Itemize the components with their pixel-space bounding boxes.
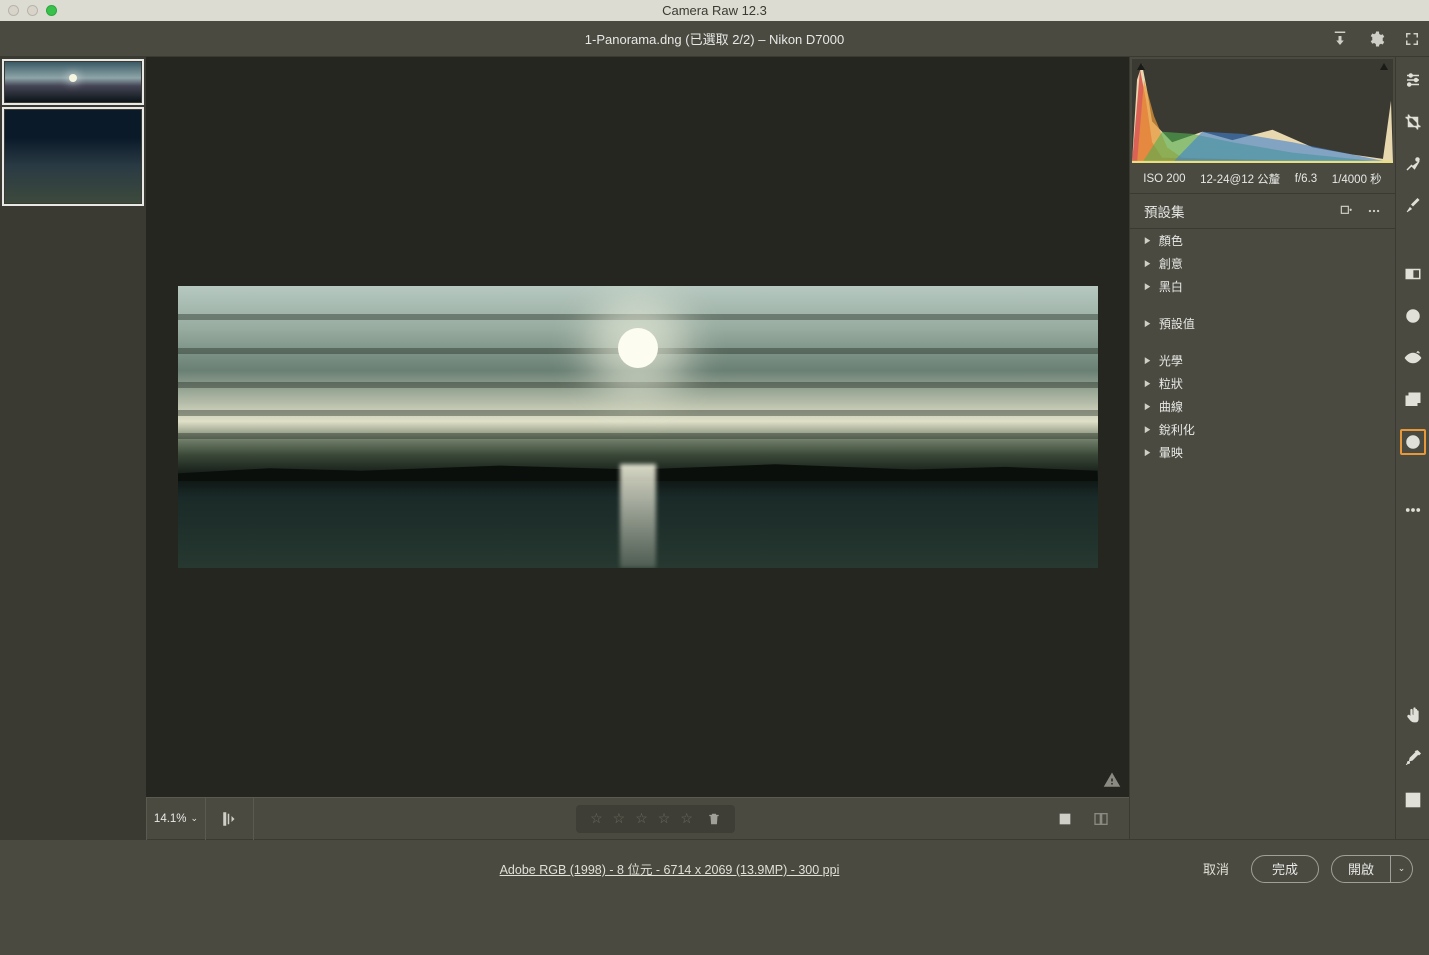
triangle-right-icon: ▶ (1145, 258, 1151, 269)
preset-group[interactable]: ▶ 預設值 (1130, 312, 1395, 335)
filmstrip-toggle-icon[interactable] (206, 798, 254, 840)
triangle-right-icon: ▶ (1145, 378, 1151, 389)
preset-group-label: 創意 (1159, 255, 1183, 272)
zoom-value: 14.1% (154, 813, 187, 825)
preset-group[interactable]: ▶ 創意 (1130, 252, 1395, 275)
panorama-image (178, 286, 1098, 568)
preset-group[interactable]: ▶ 暈映 (1130, 441, 1395, 464)
trash-icon[interactable] (707, 812, 721, 826)
metadata-row: ISO 200 12-24@12 公釐 f/6.3 1/4000 秒 (1130, 165, 1395, 193)
color-sampler-icon[interactable] (1400, 745, 1426, 771)
document-header: 1-Panorama.dng (已選取 2/2) – Nikon D7000 (0, 21, 1429, 57)
preset-group[interactable]: ▶ 銳利化 (1130, 418, 1395, 441)
star-1[interactable]: ☆ (590, 810, 603, 827)
panel-header: 預設集 (1130, 193, 1395, 229)
star-2[interactable]: ☆ (613, 810, 626, 827)
triangle-right-icon: ▶ (1145, 281, 1151, 292)
snapshots-icon[interactable] (1400, 387, 1426, 413)
preset-group[interactable]: ▶ 粒狀 (1130, 372, 1395, 395)
triangle-right-icon: ▶ (1145, 401, 1151, 412)
meta-shutter: 1/4000 秒 (1332, 171, 1382, 187)
preset-group[interactable]: ▶ 黑白 (1130, 275, 1395, 298)
image-viewport[interactable] (146, 57, 1129, 797)
rating-bar: ☆ ☆ ☆ ☆ ☆ (576, 805, 735, 833)
traffic-lights (8, 5, 57, 16)
chevron-down-icon: ⌄ (191, 813, 199, 824)
zoom-dropdown[interactable]: 14.1% ⌄ (146, 798, 206, 840)
panel-title: 預設集 (1144, 201, 1185, 221)
single-view-icon[interactable] (1057, 811, 1073, 827)
workflow-options-link[interactable]: Adobe RGB (1998) - 8 位元 - 6714 x 2069 (1… (500, 859, 840, 878)
triangle-right-icon: ▶ (1145, 235, 1151, 246)
preset-group[interactable]: ▶ 光學 (1130, 349, 1395, 372)
preset-group[interactable]: ▶ 顏色 (1130, 229, 1395, 252)
window-minimize-icon[interactable] (27, 5, 38, 16)
triangle-right-icon: ▶ (1145, 355, 1151, 366)
canvas-area: 14.1% ⌄ ☆ ☆ ☆ ☆ ☆ (146, 57, 1129, 839)
open-button[interactable]: 開啟 (1331, 855, 1391, 883)
canvas-toolbar: 14.1% ⌄ ☆ ☆ ☆ ☆ ☆ (146, 797, 1129, 839)
filmstrip (0, 57, 146, 839)
edit-sliders-icon[interactable] (1400, 67, 1426, 93)
shadow-clipping-icon[interactable] (1134, 61, 1148, 73)
grid-icon[interactable] (1400, 787, 1426, 813)
compare-view-icon[interactable] (1093, 811, 1109, 827)
meta-lens: 12-24@12 公釐 (1200, 171, 1280, 187)
preset-group-label: 光學 (1159, 352, 1183, 369)
preset-group-label: 預設值 (1159, 315, 1195, 332)
window-maximize-icon[interactable] (46, 5, 57, 16)
document-title: 1-Panorama.dng (已選取 2/2) – Nikon D7000 (585, 29, 844, 48)
preset-list: ▶ 顏色 ▶ 創意 ▶ 黑白 ▶ 預設值 ▶ 光學 ▶ 粒狀 ▶ 曲線 ▶ 銳利化 ▶ 暈映 (1130, 229, 1395, 839)
window-close-icon[interactable] (8, 5, 19, 16)
preset-group-label: 曲線 (1159, 398, 1183, 415)
triangle-right-icon: ▶ (1145, 424, 1151, 435)
right-panel: ISO 200 12-24@12 公釐 f/6.3 1/4000 秒 預設集 ▶… (1129, 57, 1395, 839)
done-button[interactable]: 完成 (1251, 855, 1319, 883)
brush-icon[interactable] (1400, 193, 1426, 219)
more-options-icon[interactable] (1367, 204, 1381, 218)
preset-group-label: 銳利化 (1159, 421, 1195, 438)
crop-icon[interactable] (1400, 109, 1426, 135)
create-preset-icon[interactable] (1339, 204, 1353, 218)
chevron-down-icon: ⌄ (1398, 863, 1406, 874)
open-dropdown[interactable]: ⌄ (1391, 855, 1413, 883)
hand-icon[interactable] (1400, 703, 1426, 729)
thumbnail-interior[interactable] (2, 107, 144, 206)
preset-group-label: 暈映 (1159, 444, 1183, 461)
presets-icon[interactable] (1400, 429, 1426, 455)
gear-icon[interactable] (1367, 30, 1385, 48)
triangle-right-icon: ▶ (1145, 447, 1151, 458)
triangle-right-icon: ▶ (1145, 318, 1151, 329)
more-icon[interactable] (1400, 497, 1426, 523)
star-5[interactable]: ☆ (680, 810, 693, 827)
heal-icon[interactable] (1400, 151, 1426, 177)
preset-group-label: 顏色 (1159, 232, 1183, 249)
gradient-icon[interactable] (1400, 261, 1426, 287)
cancel-button[interactable]: 取消 (1193, 853, 1239, 884)
star-4[interactable]: ☆ (658, 810, 671, 827)
preset-group-label: 黑白 (1159, 278, 1183, 295)
star-3[interactable]: ☆ (635, 810, 648, 827)
meta-iso: ISO 200 (1143, 173, 1185, 185)
fullscreen-icon[interactable] (1403, 30, 1421, 48)
preset-group[interactable]: ▶ 曲線 (1130, 395, 1395, 418)
preset-group-label: 粒狀 (1159, 375, 1183, 392)
app-title: Camera Raw 12.3 (662, 3, 767, 18)
tool-rail (1395, 57, 1429, 839)
redeye-icon[interactable] (1400, 345, 1426, 371)
titlebar: Camera Raw 12.3 (0, 0, 1429, 21)
bottom-bar: Adobe RGB (1998) - 8 位元 - 6714 x 2069 (1… (0, 839, 1429, 897)
histogram[interactable] (1132, 59, 1393, 163)
thumbnail-panorama[interactable] (2, 59, 144, 105)
export-icon[interactable] (1331, 30, 1349, 48)
radial-icon[interactable] (1400, 303, 1426, 329)
meta-aperture: f/6.3 (1295, 173, 1317, 185)
highlight-clipping-icon[interactable] (1377, 61, 1391, 73)
warning-icon[interactable] (1103, 771, 1121, 789)
